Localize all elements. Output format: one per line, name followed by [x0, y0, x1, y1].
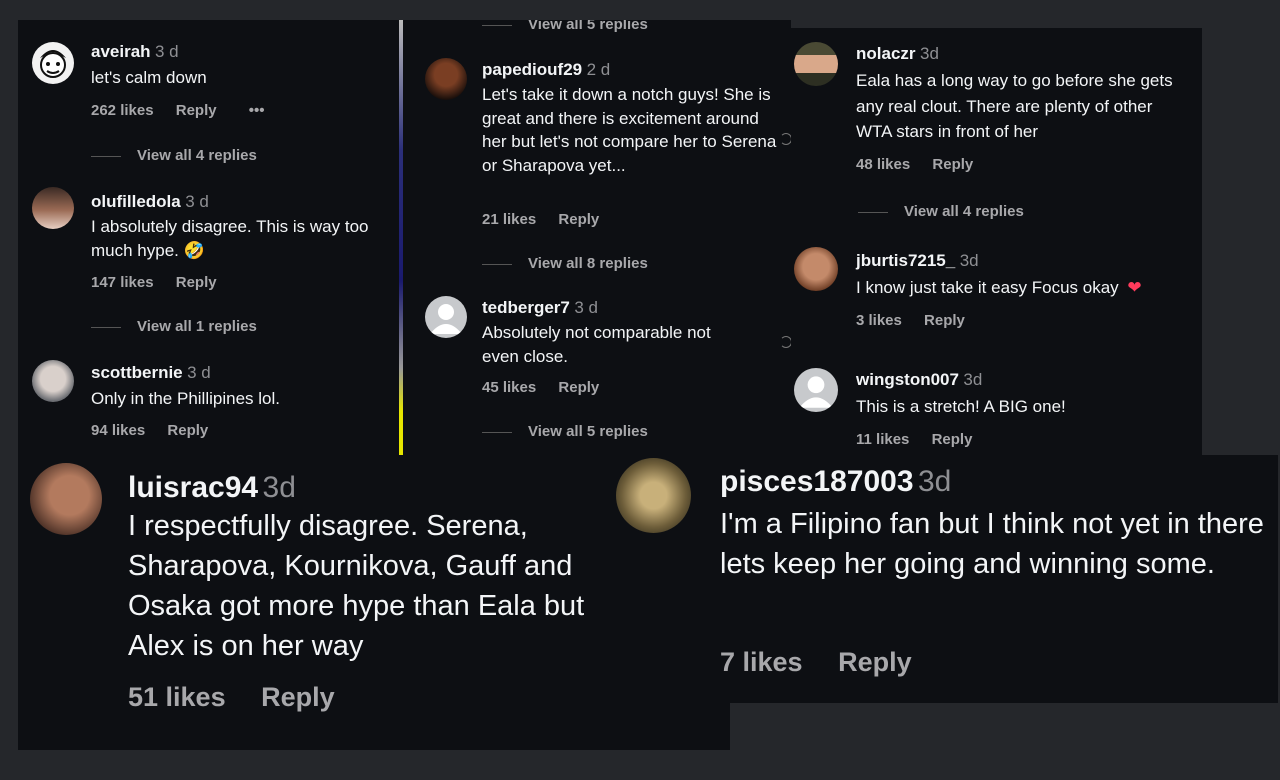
view-replies-label: View all 4 replies — [137, 147, 257, 164]
timestamp: 3d — [963, 370, 983, 389]
divider — [858, 211, 888, 213]
view-replies-button[interactable]: View all 4 replies — [858, 203, 1024, 220]
comment-text: Absolutely not comparable not even close… — [482, 323, 711, 366]
avatar[interactable] — [32, 42, 74, 84]
view-replies-label: View all 4 replies — [904, 203, 1024, 220]
timestamp: 3 d — [155, 42, 179, 61]
divider — [482, 263, 512, 265]
comment-text: This is a stretch! A BIG one! — [856, 397, 1066, 416]
avatar[interactable] — [794, 42, 838, 86]
likes-count[interactable]: 11 likes — [856, 431, 909, 448]
view-replies-button[interactable]: View all 8 replies — [482, 255, 648, 272]
reply-button[interactable]: Reply — [558, 211, 599, 228]
reply-button[interactable]: Reply — [932, 431, 973, 448]
comment-panel-5: pisces187003 3d I'm a Filipino fan but I… — [603, 455, 1278, 703]
reply-button[interactable]: Reply — [838, 647, 912, 677]
like-heart-icon[interactable] — [780, 133, 791, 145]
reply-button[interactable]: Reply — [932, 156, 973, 173]
likes-count[interactable]: 262 likes — [91, 102, 154, 119]
comment-text: Eala has a long way to go before she get… — [856, 71, 1173, 141]
comment-text: I'm a Filipino fan but I think not yet i… — [720, 508, 1264, 580]
view-replies-label: View all 8 replies — [528, 255, 648, 272]
avatar[interactable] — [616, 458, 691, 533]
likes-count[interactable]: 51 likes — [128, 682, 226, 712]
view-replies-label: View all 1 replies — [137, 318, 257, 335]
likes-count[interactable]: 45 likes — [482, 379, 536, 396]
reply-button[interactable]: Reply — [167, 422, 208, 439]
username[interactable]: olufilledola — [91, 192, 181, 211]
username[interactable]: luisrac94 — [128, 471, 258, 504]
reply-button[interactable]: Reply — [176, 102, 217, 119]
avatar[interactable] — [794, 247, 838, 291]
heart-emoji: ❤ — [1127, 278, 1142, 297]
timestamp: 3 d — [185, 192, 209, 211]
view-replies-button[interactable]: View all 4 replies — [91, 147, 257, 164]
likes-count[interactable]: 94 likes — [91, 422, 145, 439]
reply-button[interactable]: Reply — [176, 274, 217, 291]
avatar[interactable] — [32, 187, 74, 229]
view-replies-label: View all 5 replies — [528, 20, 648, 33]
comment-text: I respectfully disagree. Serena, Sharapo… — [128, 510, 585, 662]
divider — [482, 431, 512, 433]
reply-button[interactable]: Reply — [558, 379, 599, 396]
username[interactable]: papediouf29 — [482, 60, 582, 79]
likes-count[interactable]: 3 likes — [856, 312, 902, 329]
comment-panel-1: aveirah 3 d let's calm down 262 likes Re… — [18, 20, 403, 455]
comment-panel-3: nolaczr 3d Eala has a long way to go bef… — [791, 28, 1202, 455]
reply-button[interactable]: Reply — [261, 682, 335, 712]
timestamp: 3d — [917, 465, 952, 498]
divider — [482, 24, 512, 26]
more-options-icon[interactable]: ••• — [249, 102, 265, 119]
reply-button[interactable]: Reply — [924, 312, 965, 329]
username[interactable]: scottbernie — [91, 363, 183, 382]
comment-text: Only in the Phillipines lol. — [91, 389, 280, 408]
username[interactable]: aveirah — [91, 42, 151, 61]
username[interactable]: wingston007 — [856, 370, 959, 389]
username[interactable]: jburtis7215_ — [856, 251, 955, 270]
view-replies-button[interactable]: View all 1 replies — [91, 318, 257, 335]
avatar[interactable] — [794, 368, 838, 412]
avatar[interactable] — [30, 463, 102, 535]
comment-text: I know just take it easy Focus okay — [856, 278, 1119, 297]
view-replies-label: View all 5 replies — [528, 423, 648, 440]
likes-count[interactable]: 21 likes — [482, 211, 536, 228]
divider — [91, 155, 121, 157]
comment-text: Let's take it down a notch guys! She is … — [482, 85, 777, 175]
avatar[interactable] — [32, 360, 74, 402]
divider — [91, 326, 121, 328]
timestamp: 3d — [959, 251, 979, 270]
view-replies-button[interactable]: View all 5 replies — [482, 20, 648, 33]
like-heart-icon[interactable] — [780, 336, 791, 348]
likes-count[interactable]: 48 likes — [856, 156, 910, 173]
timestamp: 3d — [262, 471, 296, 504]
likes-count[interactable]: 7 likes — [720, 647, 803, 677]
comment-panel-2: View all 5 replies papediouf29 2 d Let's… — [403, 20, 791, 455]
timestamp: 3 d — [574, 298, 598, 317]
comment-text: I absolutely disagree. This is way too m… — [91, 217, 369, 260]
avatar[interactable] — [425, 296, 467, 338]
username[interactable]: pisces187003 — [720, 465, 914, 498]
view-replies-button[interactable]: View all 5 replies — [482, 423, 648, 440]
avatar[interactable] — [425, 58, 467, 100]
timestamp: 2 d — [586, 60, 611, 79]
timestamp: 3 d — [187, 363, 211, 382]
username[interactable]: nolaczr — [856, 44, 916, 63]
timestamp: 3d — [919, 44, 939, 63]
comment-text: let's calm down — [91, 68, 207, 87]
likes-count[interactable]: 147 likes — [91, 274, 154, 291]
username[interactable]: tedberger7 — [482, 298, 570, 317]
